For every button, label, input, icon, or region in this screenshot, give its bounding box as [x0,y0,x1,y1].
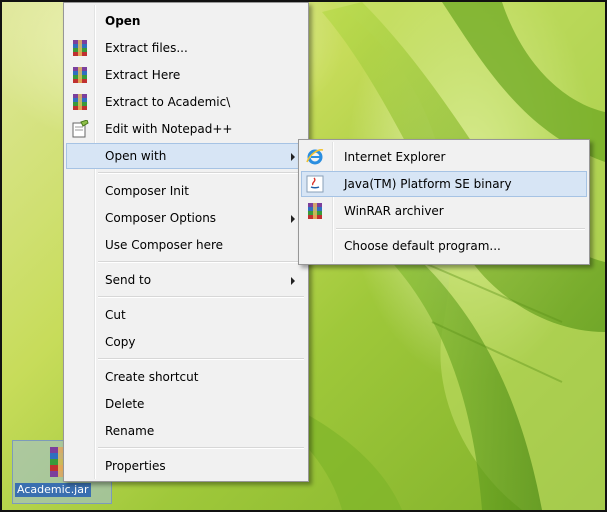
internet-explorer-icon [306,149,324,165]
menu-item-label: Open [105,14,141,28]
notepad-plus-plus-icon [72,120,89,138]
menu-item-label: Cut [105,308,126,322]
menu-item-label: Java(TM) Platform SE binary [344,177,512,191]
menu-item-label: Extract Here [105,68,181,82]
menu-item-cut[interactable]: Cut [66,302,306,328]
menu-item-label: Composer Options [105,211,217,225]
winrar-icon [73,94,87,110]
menu-item-java-platform-se-binary[interactable]: Java(TM) Platform SE binary [301,171,587,197]
menu-item-send-to[interactable]: Send to [66,267,306,293]
winrar-icon [73,40,87,56]
menu-separator [98,358,304,360]
menu-separator [98,172,304,174]
submenu-arrow-icon [291,277,295,285]
menu-item-choose-default-program[interactable]: Choose default program... [301,233,587,259]
menu-item-label: Properties [105,459,166,473]
desktop-background: Academic.jar Open Extract files... Extra… [0,0,607,512]
submenu-arrow-icon [291,215,295,223]
menu-separator [336,228,585,230]
menu-item-open-with[interactable]: Open with [66,143,306,169]
menu-item-use-composer-here[interactable]: Use Composer here [66,232,306,258]
menu-item-label: Delete [105,397,145,411]
menu-item-internet-explorer[interactable]: Internet Explorer [301,144,587,170]
menu-item-properties[interactable]: Properties [66,453,306,479]
menu-item-winrar-archiver[interactable]: WinRAR archiver [301,198,587,224]
open-with-submenu: Internet Explorer Java(TM) Platform SE b… [298,139,590,265]
menu-item-composer-options[interactable]: Composer Options [66,205,306,231]
submenu-arrow-icon [291,153,295,161]
menu-item-label: Rename [105,424,155,438]
menu-item-label: Extract files... [105,41,188,55]
context-menu: Open Extract files... Extract Here Extra… [63,2,309,482]
menu-item-extract-to-folder[interactable]: Extract to Academic\ [66,89,306,115]
java-icon [306,175,324,193]
winrar-icon [73,67,87,83]
menu-item-extract-here[interactable]: Extract Here [66,62,306,88]
menu-item-open[interactable]: Open [66,8,306,34]
menu-item-label: Copy [105,335,136,349]
menu-item-label: Use Composer here [105,238,224,252]
menu-item-copy[interactable]: Copy [66,329,306,355]
menu-item-composer-init[interactable]: Composer Init [66,178,306,204]
menu-separator [98,261,304,263]
menu-item-create-shortcut[interactable]: Create shortcut [66,364,306,390]
menu-item-label: Composer Init [105,184,189,198]
menu-item-delete[interactable]: Delete [66,391,306,417]
menu-item-label: Send to [105,273,152,287]
menu-item-label: WinRAR archiver [344,204,444,218]
menu-separator [98,447,304,449]
desktop-file-label: Academic.jar [15,483,91,497]
menu-item-label: Edit with Notepad++ [105,122,233,136]
menu-item-label: Open with [105,149,167,163]
menu-item-label: Create shortcut [105,370,199,384]
menu-item-edit-notepad-plus-plus[interactable]: Edit with Notepad++ [66,116,306,142]
menu-item-extract-files[interactable]: Extract files... [66,35,306,61]
menu-item-rename[interactable]: Rename [66,418,306,444]
menu-item-label: Internet Explorer [344,150,446,164]
menu-separator [98,296,304,298]
menu-item-label: Extract to Academic\ [105,95,231,109]
menu-item-label: Choose default program... [344,239,501,253]
winrar-icon [308,203,322,219]
